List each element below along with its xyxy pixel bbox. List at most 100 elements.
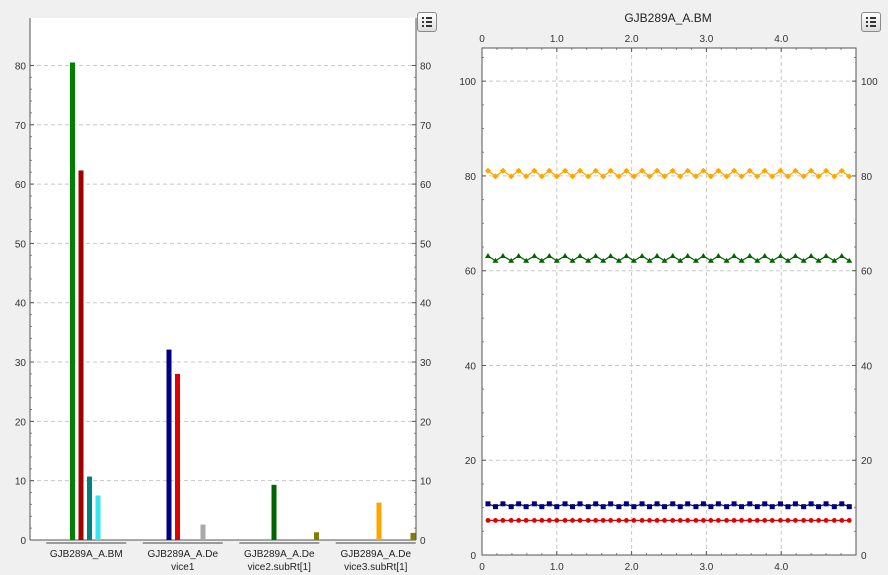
right-xtick-label: 3.0 [699, 562, 713, 573]
category-label: GJB289A_A.De [147, 549, 218, 560]
series-2-point [831, 504, 837, 510]
series-2-point [670, 501, 676, 507]
series-2-point [762, 501, 768, 507]
series-3-point [677, 518, 683, 523]
bar-2-6 [314, 532, 319, 540]
left-bar-chart: 0 0 10 10 20 20 30 30 40 40 50 50 60 60 70 70 80 80 GJB28… [15, 18, 432, 573]
series-2-point [623, 501, 629, 507]
series-2-point [747, 501, 753, 507]
series-3-point [762, 518, 768, 523]
category-label: GJB289A_A.De [244, 549, 315, 560]
series-3-point [778, 518, 783, 523]
right-xtick-label-top: 4.0 [774, 34, 788, 45]
series-2-point [562, 501, 568, 507]
category-label: vice3.subRt[1] [344, 562, 408, 573]
series-2-point [724, 504, 730, 510]
bar-0-3 [95, 495, 101, 540]
left-x-labels: GJB289A_A.BM GJB289A_A.De vice1 GJB289A_A.D… [46, 542, 416, 573]
series-3-point [516, 518, 522, 523]
series-3-point [600, 518, 606, 523]
right-xtick-label-top: 3.0 [699, 34, 713, 45]
left-ytick-label-right: 40 [420, 299, 432, 310]
series-3-point [823, 518, 829, 523]
series-3-point [523, 518, 529, 523]
right-chart-title: GJB289A_A.BM [624, 11, 711, 25]
left-ytick-label: 20 [15, 417, 27, 428]
left-ytick-label-right: 50 [420, 239, 432, 250]
right-xtick-label: 1.0 [550, 562, 564, 573]
left-chart-menu-button[interactable] [417, 12, 437, 32]
series-2-point [693, 504, 699, 510]
left-ytick-label-right: 20 [420, 417, 432, 428]
series-2-point [685, 501, 691, 507]
right-xtick-label-top: 2.0 [625, 34, 639, 45]
series-2-point [715, 501, 721, 507]
left-ytick-label: 0 [20, 536, 26, 547]
bar-0-0 [70, 62, 75, 540]
left-ytick-label: 60 [15, 180, 27, 191]
series-3-point [616, 518, 622, 523]
series-3-point [639, 518, 645, 523]
series-2-point [585, 504, 591, 510]
right-chart-menu-button[interactable] [861, 12, 881, 32]
series-3-point [739, 518, 744, 523]
series-3-point [608, 518, 614, 523]
right-ytick-label-right: 100 [861, 77, 878, 88]
bar-2-1 [271, 484, 277, 540]
series-2-point [531, 501, 537, 507]
series-2-point [739, 504, 745, 510]
series-2-point [801, 504, 807, 510]
right-ytick-label: 20 [465, 456, 477, 467]
series-2-point [708, 504, 714, 510]
series-2-point [839, 501, 845, 507]
right-ytick-label-right: 40 [861, 361, 873, 372]
right-xtick-label-top: 0 [479, 34, 485, 45]
left-ytick-label-right: 10 [420, 477, 432, 488]
series-2-point [508, 504, 514, 510]
series-3-point [493, 518, 498, 523]
series-3-point [839, 518, 845, 523]
left-ytick-label: 10 [15, 477, 27, 488]
series-2-point [647, 504, 653, 510]
right-plot-area [482, 48, 856, 555]
series-3-point [701, 518, 706, 523]
series-2-point [823, 501, 829, 507]
series-2-point [570, 504, 576, 510]
series-2-point [654, 501, 660, 507]
series-2-point [769, 504, 775, 510]
series-3-point [554, 518, 560, 523]
series-3-point [793, 518, 798, 523]
right-ytick-label: 40 [465, 361, 477, 372]
series-2-point [677, 504, 683, 510]
bar-1-0 [166, 349, 172, 540]
series-2-point [608, 501, 614, 507]
series-3-point [785, 518, 791, 523]
series-2-point [816, 504, 822, 510]
left-ytick-label: 40 [15, 299, 27, 310]
series-3-point [546, 518, 552, 523]
series-3-point [846, 518, 852, 523]
series-3-point [662, 518, 667, 523]
series-3-point [508, 518, 514, 523]
right-ytick-label-right: 80 [861, 172, 873, 183]
series-3-point [724, 518, 729, 523]
bar-0-2 [87, 476, 92, 540]
right-ytick-label: 80 [465, 172, 477, 183]
series-2-point [777, 501, 783, 507]
category-label: vice1 [171, 562, 195, 573]
series-3-point [593, 518, 599, 523]
series-3-point [562, 518, 568, 523]
series-3-point [693, 518, 699, 523]
series-3-point [654, 518, 660, 523]
left-ytick-label: 50 [15, 239, 27, 250]
right-ytick-label: 100 [459, 77, 476, 88]
left-ytick-label-right: 30 [420, 358, 432, 369]
series-3-point [754, 518, 760, 523]
right-xtick-label: 4.0 [774, 562, 788, 573]
left-ytick-label: 80 [15, 61, 27, 72]
series-3-point [747, 518, 753, 523]
bar-1-1 [175, 373, 180, 540]
series-3-point [816, 518, 821, 523]
series-3-point [531, 518, 537, 523]
series-3-point [831, 518, 837, 523]
